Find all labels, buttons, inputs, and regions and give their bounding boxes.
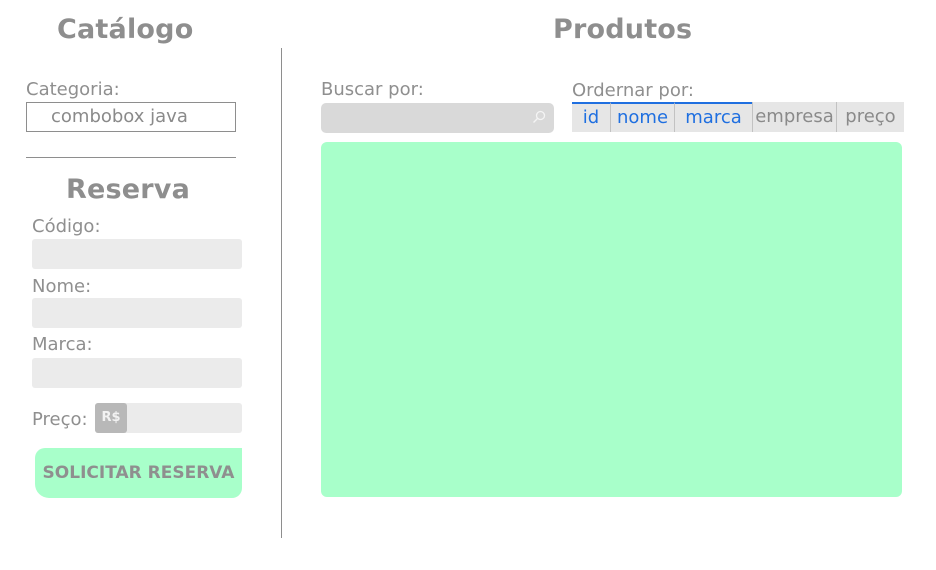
price-label: Preço:: [32, 409, 88, 430]
category-label: Categoria:: [26, 79, 120, 100]
name-field[interactable]: [32, 298, 242, 328]
code-label: Código:: [32, 216, 101, 237]
currency-badge: R$: [95, 403, 127, 433]
request-reservation-button[interactable]: SOLICITAR RESERVA: [35, 448, 242, 498]
sort-option-empresa[interactable]: empresa: [752, 102, 836, 132]
search-icon: [532, 109, 546, 123]
name-label: Nome:: [32, 276, 92, 297]
column-separator: [281, 48, 282, 538]
products-list-panel[interactable]: [321, 142, 902, 497]
code-field[interactable]: [32, 239, 242, 269]
sort-option-preco[interactable]: preço: [836, 102, 904, 132]
products-title: Produtos: [553, 14, 693, 45]
sort-segmented-control: id nome marca empresa preço: [572, 102, 904, 132]
brand-label: Marca:: [32, 334, 93, 355]
sort-label: Ordernar por:: [572, 80, 694, 101]
search-input[interactable]: [321, 103, 554, 133]
category-combobox[interactable]: combobox java: [26, 102, 236, 132]
brand-field[interactable]: [32, 358, 242, 388]
reservation-title: Reserva: [66, 174, 191, 205]
catalog-title: Catálogo: [57, 14, 194, 45]
sort-option-nome[interactable]: nome: [610, 102, 674, 132]
sort-option-id[interactable]: id: [572, 102, 610, 132]
search-label: Buscar por:: [321, 79, 424, 100]
left-divider: [26, 157, 236, 158]
sort-option-marca[interactable]: marca: [674, 102, 752, 132]
